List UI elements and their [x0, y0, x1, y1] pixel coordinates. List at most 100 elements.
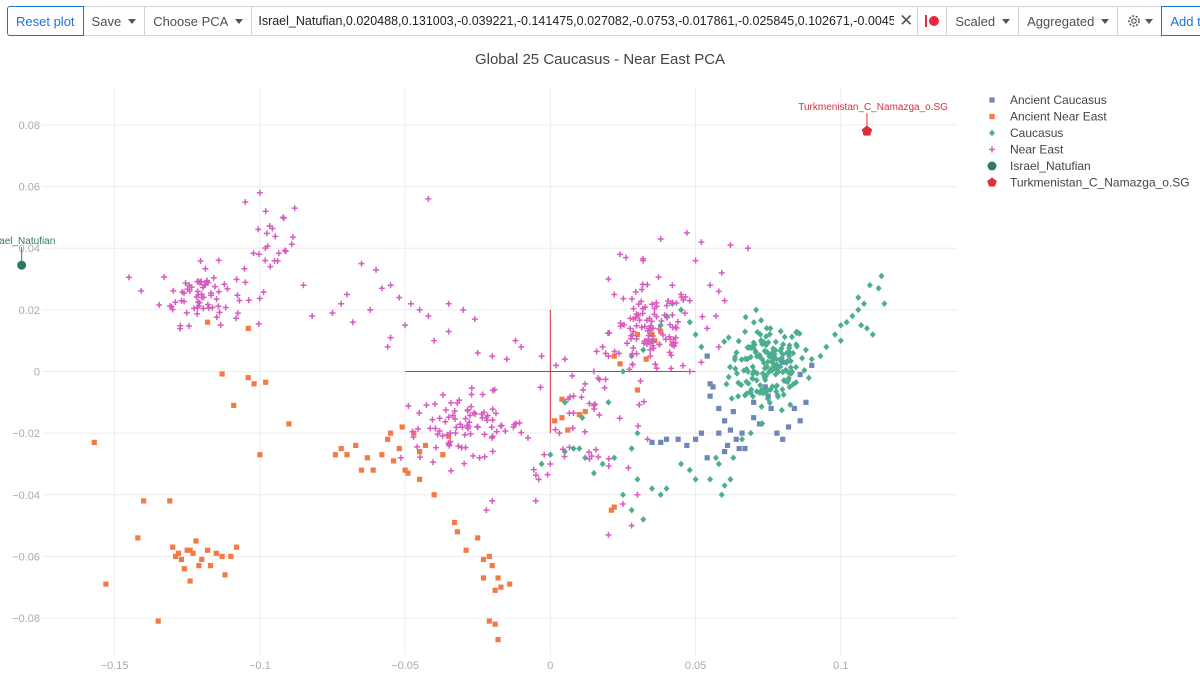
data-point — [780, 436, 786, 442]
data-point — [199, 556, 205, 563]
x-tick-label: −0.1 — [249, 660, 271, 672]
data-point — [751, 415, 757, 421]
data-point — [470, 452, 477, 459]
data-point — [291, 205, 298, 212]
data-point — [634, 429, 641, 437]
data-point — [221, 281, 228, 288]
data-point — [181, 566, 187, 572]
data-point — [367, 306, 374, 313]
data-point — [452, 429, 459, 436]
data-point — [242, 199, 249, 206]
data-point — [716, 405, 722, 412]
data-point — [454, 529, 460, 535]
data-point — [668, 365, 675, 372]
data-point — [448, 399, 455, 406]
data-point — [495, 575, 501, 581]
data-point — [582, 380, 589, 387]
data-point — [431, 337, 438, 344]
data-point — [480, 575, 487, 581]
point-labels: Israel_Natufian Turkmenistan_C_Namazga_o.… — [0, 102, 948, 262]
data-point — [559, 415, 565, 421]
x-tick-label: 0.1 — [833, 660, 848, 672]
data-point — [425, 313, 432, 320]
data-point — [556, 430, 563, 437]
data-point — [619, 368, 626, 375]
data-point — [530, 466, 537, 473]
data-point — [793, 363, 800, 371]
data-point — [593, 348, 600, 355]
data-point — [204, 301, 211, 308]
reset-plot-button[interactable]: Reset plot — [7, 6, 84, 36]
data-point — [805, 374, 812, 382]
data-point — [742, 445, 748, 452]
data-point — [489, 406, 496, 413]
data-point — [817, 352, 824, 360]
chart-title: Global 25 Caucasus - Near East PCA — [475, 51, 725, 68]
data-point — [167, 498, 173, 504]
x-tick-label: −0.05 — [391, 660, 419, 672]
data-point — [471, 316, 478, 323]
data-point — [863, 325, 870, 332]
data-point — [187, 578, 193, 584]
data-point — [628, 295, 635, 302]
data-point — [561, 356, 568, 363]
data-point — [462, 415, 469, 422]
data-point — [778, 406, 785, 414]
data-point — [286, 421, 292, 427]
data-point — [727, 427, 734, 433]
data-point — [742, 328, 749, 335]
data-point — [135, 535, 141, 541]
data-point — [639, 281, 646, 288]
data-point — [728, 395, 735, 402]
data-point — [417, 476, 423, 482]
data-point — [649, 439, 655, 445]
data-point — [725, 373, 732, 381]
pca-scatter-chart: −0.15 −0.1 −0.05 0 0.05 0.1 −0.08 −0.06 −0.04 −0.… — [0, 51, 1190, 672]
data-point — [202, 265, 209, 272]
data-point — [245, 297, 252, 304]
data-point — [592, 446, 599, 453]
data-point — [869, 331, 876, 338]
data-point — [430, 459, 437, 466]
data-point — [442, 418, 449, 425]
data-point — [213, 296, 220, 303]
data-point — [448, 467, 455, 474]
data-point — [170, 287, 177, 294]
data-point — [747, 429, 754, 437]
data-point — [175, 550, 182, 556]
data-point — [718, 269, 725, 276]
data-point — [358, 467, 365, 473]
x-tick-label: 0 — [547, 660, 553, 672]
data-point — [733, 436, 739, 442]
data-point — [288, 241, 295, 248]
data-point — [436, 415, 443, 422]
data-point — [440, 452, 446, 458]
data-point — [638, 286, 645, 293]
data-point — [492, 410, 499, 417]
data-point — [628, 445, 635, 452]
data-point — [479, 391, 486, 398]
data-point — [387, 334, 394, 341]
data-point — [474, 424, 481, 431]
data-point — [753, 306, 760, 314]
data-point — [177, 325, 184, 332]
data-point — [601, 384, 608, 391]
data-point — [658, 317, 665, 324]
data-point — [461, 460, 468, 467]
data-point — [619, 491, 626, 499]
data-point — [634, 491, 641, 498]
data-point — [663, 485, 670, 492]
data-point — [282, 248, 289, 255]
data-point — [385, 436, 391, 442]
data-point — [480, 556, 487, 563]
data-point — [581, 428, 588, 435]
data-point — [629, 361, 636, 368]
data-point — [684, 442, 690, 449]
data-point — [692, 257, 699, 264]
data-point — [364, 455, 370, 461]
data-point — [578, 394, 585, 401]
data-point — [280, 215, 287, 222]
add-to-pca-button[interactable]: Add to PCA — [1161, 6, 1200, 36]
data-point — [440, 391, 447, 398]
data-point — [489, 417, 496, 424]
